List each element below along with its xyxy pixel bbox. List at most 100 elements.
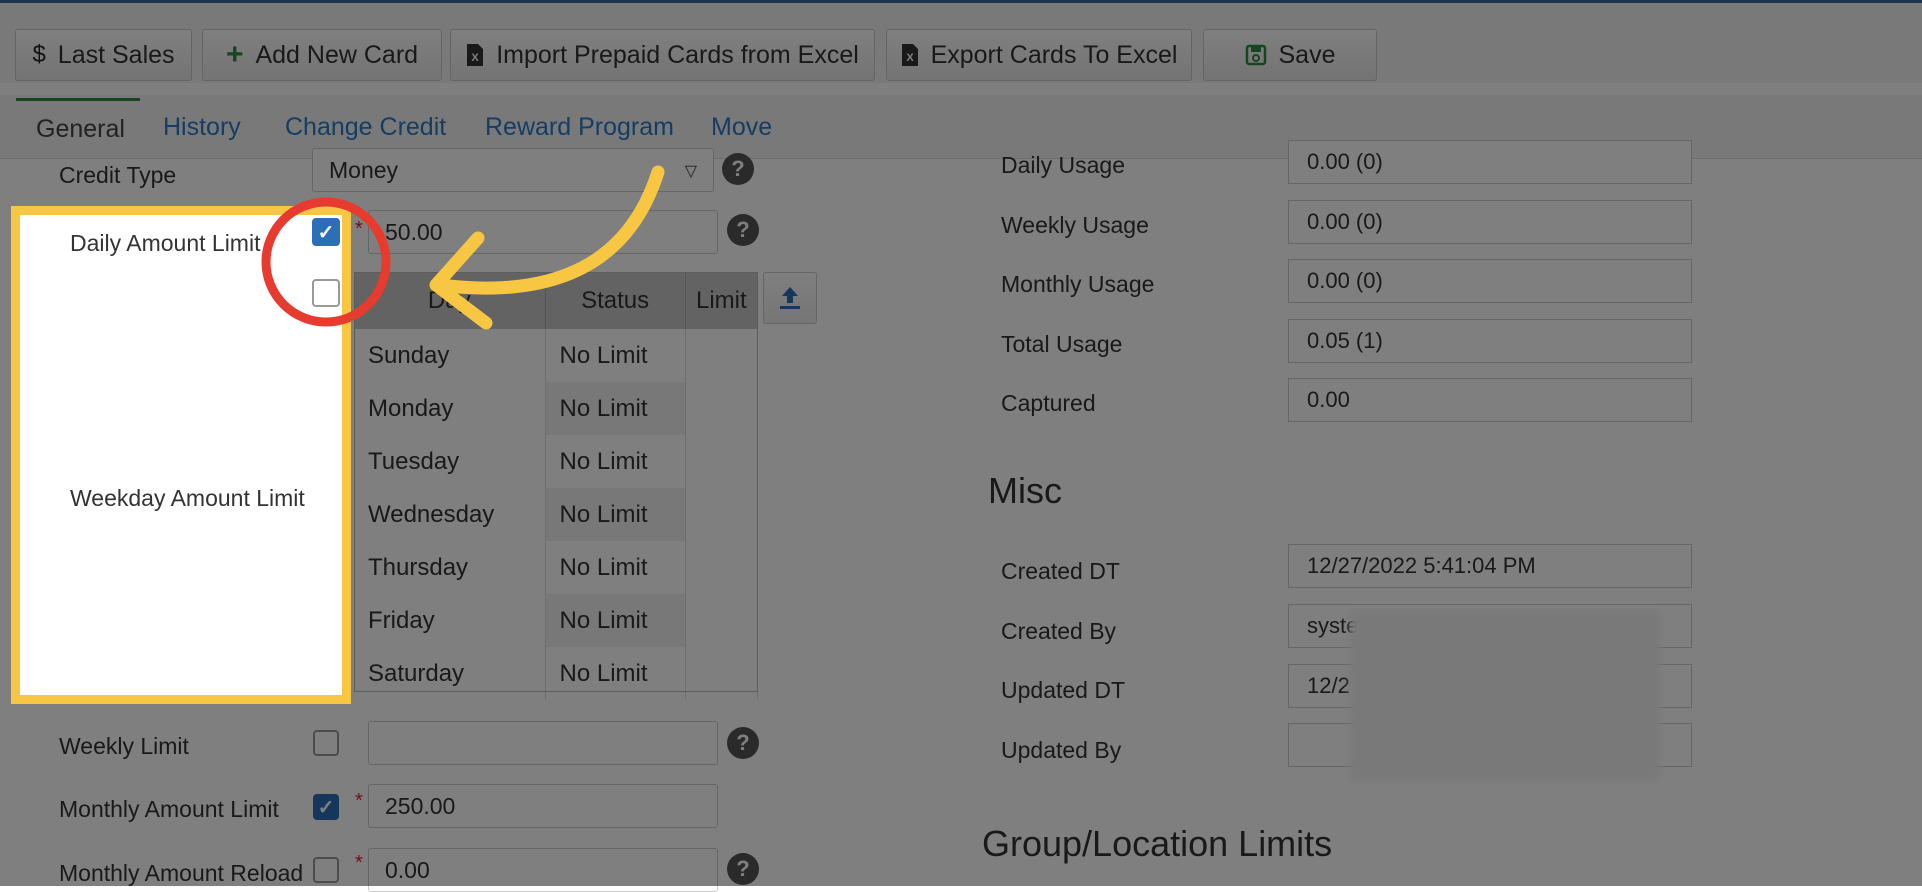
total-usage-field: 0.05 (1): [1288, 319, 1692, 363]
monthly-amount-reload-value: 0.00: [385, 856, 430, 883]
daily-amount-limit-input[interactable]: 50.00: [368, 210, 718, 254]
day-cell: Wednesday: [354, 488, 546, 541]
help-icon[interactable]: ?: [727, 727, 759, 759]
table-row[interactable]: Wednesday No Limit: [354, 488, 759, 541]
svg-text:X: X: [906, 52, 914, 64]
weekly-limit-input[interactable]: [368, 721, 718, 765]
active-tab-indicator: [16, 98, 140, 101]
table-row[interactable]: Sunday No Limit: [354, 329, 759, 382]
column-header-limit: Limit: [685, 272, 759, 329]
limit-cell[interactable]: [685, 594, 759, 647]
export-cards-button[interactable]: X Export Cards To Excel: [886, 29, 1192, 81]
day-cell: Sunday: [354, 329, 546, 382]
captured-label: Captured: [1001, 390, 1096, 416]
created-dt-label: Created DT: [1001, 558, 1120, 584]
status-cell: No Limit: [545, 647, 686, 700]
save-button[interactable]: Save: [1203, 29, 1377, 81]
total-usage-label: Total Usage: [1001, 331, 1123, 357]
monthly-usage-field: 0.00 (0): [1288, 259, 1692, 303]
daily-amount-limit-checkbox[interactable]: ✓: [312, 218, 340, 246]
help-icon[interactable]: ?: [722, 153, 754, 185]
updated-dt-value: 12/2: [1307, 673, 1350, 698]
limit-cell[interactable]: [685, 541, 759, 594]
save-label: Save: [1278, 40, 1336, 69]
weekly-usage-field: 0.00 (0): [1288, 200, 1692, 244]
daily-amount-limit-label: Daily Amount Limit: [70, 230, 261, 256]
column-header-status: Status: [545, 272, 686, 329]
toolbar: $ Last Sales + Add New Card X Import Pre…: [0, 3, 1922, 83]
required-marker: *: [355, 218, 363, 240]
upload-icon: [780, 287, 800, 309]
monthly-amount-reload-input[interactable]: 0.00: [368, 848, 718, 892]
table-row[interactable]: Saturday No Limit: [354, 647, 759, 700]
day-cell: Friday: [354, 594, 546, 647]
status-cell: No Limit: [545, 488, 686, 541]
status-cell: No Limit: [545, 329, 686, 382]
help-icon[interactable]: ?: [727, 214, 759, 246]
monthly-amount-limit-input[interactable]: 250.00: [368, 784, 718, 828]
misc-section-title: Misc: [988, 470, 1062, 511]
tab-history[interactable]: History: [163, 113, 241, 142]
limit-cell[interactable]: [685, 435, 759, 488]
last-sales-button[interactable]: $ Last Sales: [15, 29, 192, 81]
credit-type-select[interactable]: Money ▽: [312, 148, 714, 192]
tab-change-credit[interactable]: Change Credit: [285, 113, 446, 142]
tab-move[interactable]: Move: [711, 113, 772, 142]
status-cell: No Limit: [545, 594, 686, 647]
floppy-disk-icon: [1245, 44, 1267, 66]
chevron-down-icon: ▽: [684, 163, 697, 180]
limit-cell[interactable]: [685, 382, 759, 435]
limit-cell[interactable]: [685, 488, 759, 541]
weekday-amount-limit-label: Weekday Amount Limit: [70, 485, 305, 511]
updated-by-label: Updated By: [1001, 737, 1122, 763]
day-cell: Saturday: [354, 647, 546, 700]
limit-cell[interactable]: [685, 329, 759, 382]
excel-file-icon: X: [466, 43, 484, 67]
group-location-limits-title: Group/Location Limits: [982, 823, 1333, 864]
status-cell: No Limit: [545, 541, 686, 594]
upload-button[interactable]: [763, 272, 817, 324]
weekly-limit-checkbox[interactable]: [313, 730, 339, 756]
export-cards-label: Export Cards To Excel: [930, 40, 1178, 69]
highlight-box: Daily Amount Limit Weekday Amount Limit: [11, 206, 351, 704]
plus-icon: +: [225, 38, 244, 71]
captured-field: 0.00: [1288, 378, 1692, 422]
tab-general[interactable]: General: [36, 115, 125, 144]
monthly-amount-reload-label: Monthly Amount Reload: [59, 860, 304, 886]
day-cell: Monday: [354, 382, 546, 435]
import-prepaid-cards-button[interactable]: X Import Prepaid Cards from Excel: [450, 29, 875, 81]
monthly-amount-limit-checkbox[interactable]: ✓: [313, 794, 339, 820]
updated-dt-label: Updated DT: [1001, 677, 1126, 703]
daily-usage-field: 0.00 (0): [1288, 140, 1692, 184]
help-icon[interactable]: ?: [727, 853, 759, 885]
add-new-card-button[interactable]: + Add New Card: [202, 29, 442, 81]
table-row[interactable]: Friday No Limit: [354, 594, 759, 647]
monthly-amount-reload-checkbox[interactable]: [313, 857, 339, 883]
weekly-limit-label: Weekly Limit: [59, 733, 189, 759]
table-row[interactable]: Tuesday No Limit: [354, 435, 759, 488]
status-cell: No Limit: [545, 382, 686, 435]
captured-value: 0.00: [1307, 387, 1350, 412]
last-sales-label: Last Sales: [57, 40, 175, 69]
daily-usage-value: 0.00 (0): [1307, 149, 1383, 174]
credit-type-label: Credit Type: [59, 162, 177, 188]
monthly-usage-value: 0.00 (0): [1307, 268, 1383, 293]
required-marker: *: [355, 790, 363, 812]
created-by-label: Created By: [1001, 618, 1117, 644]
tab-reward-program[interactable]: Reward Program: [485, 113, 674, 142]
dollar-icon: $: [32, 41, 46, 68]
monthly-usage-label: Monthly Usage: [1001, 271, 1155, 297]
status-cell: No Limit: [545, 435, 686, 488]
excel-file-icon: X: [901, 43, 919, 67]
weekday-amount-limit-checkbox[interactable]: [312, 279, 340, 307]
add-new-card-label: Add New Card: [255, 40, 419, 69]
svg-text:X: X: [472, 52, 480, 64]
table-row[interactable]: Thursday No Limit: [354, 541, 759, 594]
column-header-day: Day: [354, 272, 546, 329]
day-cell: Thursday: [354, 541, 546, 594]
monthly-amount-limit-label: Monthly Amount Limit: [59, 796, 279, 822]
limit-cell[interactable]: [685, 647, 759, 700]
daily-usage-label: Daily Usage: [1001, 152, 1125, 178]
table-row[interactable]: Monday No Limit: [354, 382, 759, 435]
daily-amount-limit-value: 50.00: [385, 218, 443, 245]
